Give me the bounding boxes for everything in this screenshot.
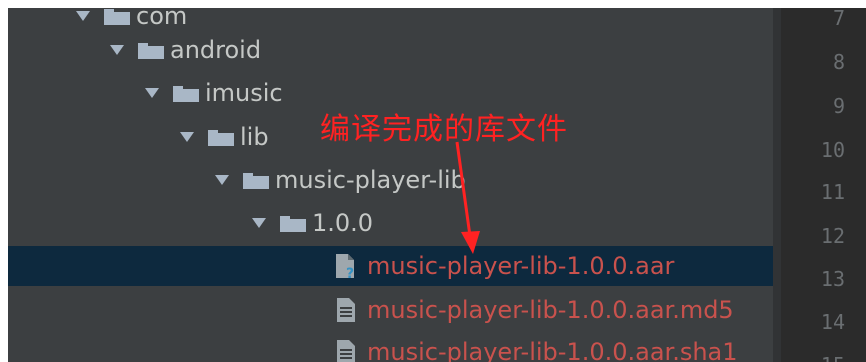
annotation-arrow-icon [455,141,480,254]
